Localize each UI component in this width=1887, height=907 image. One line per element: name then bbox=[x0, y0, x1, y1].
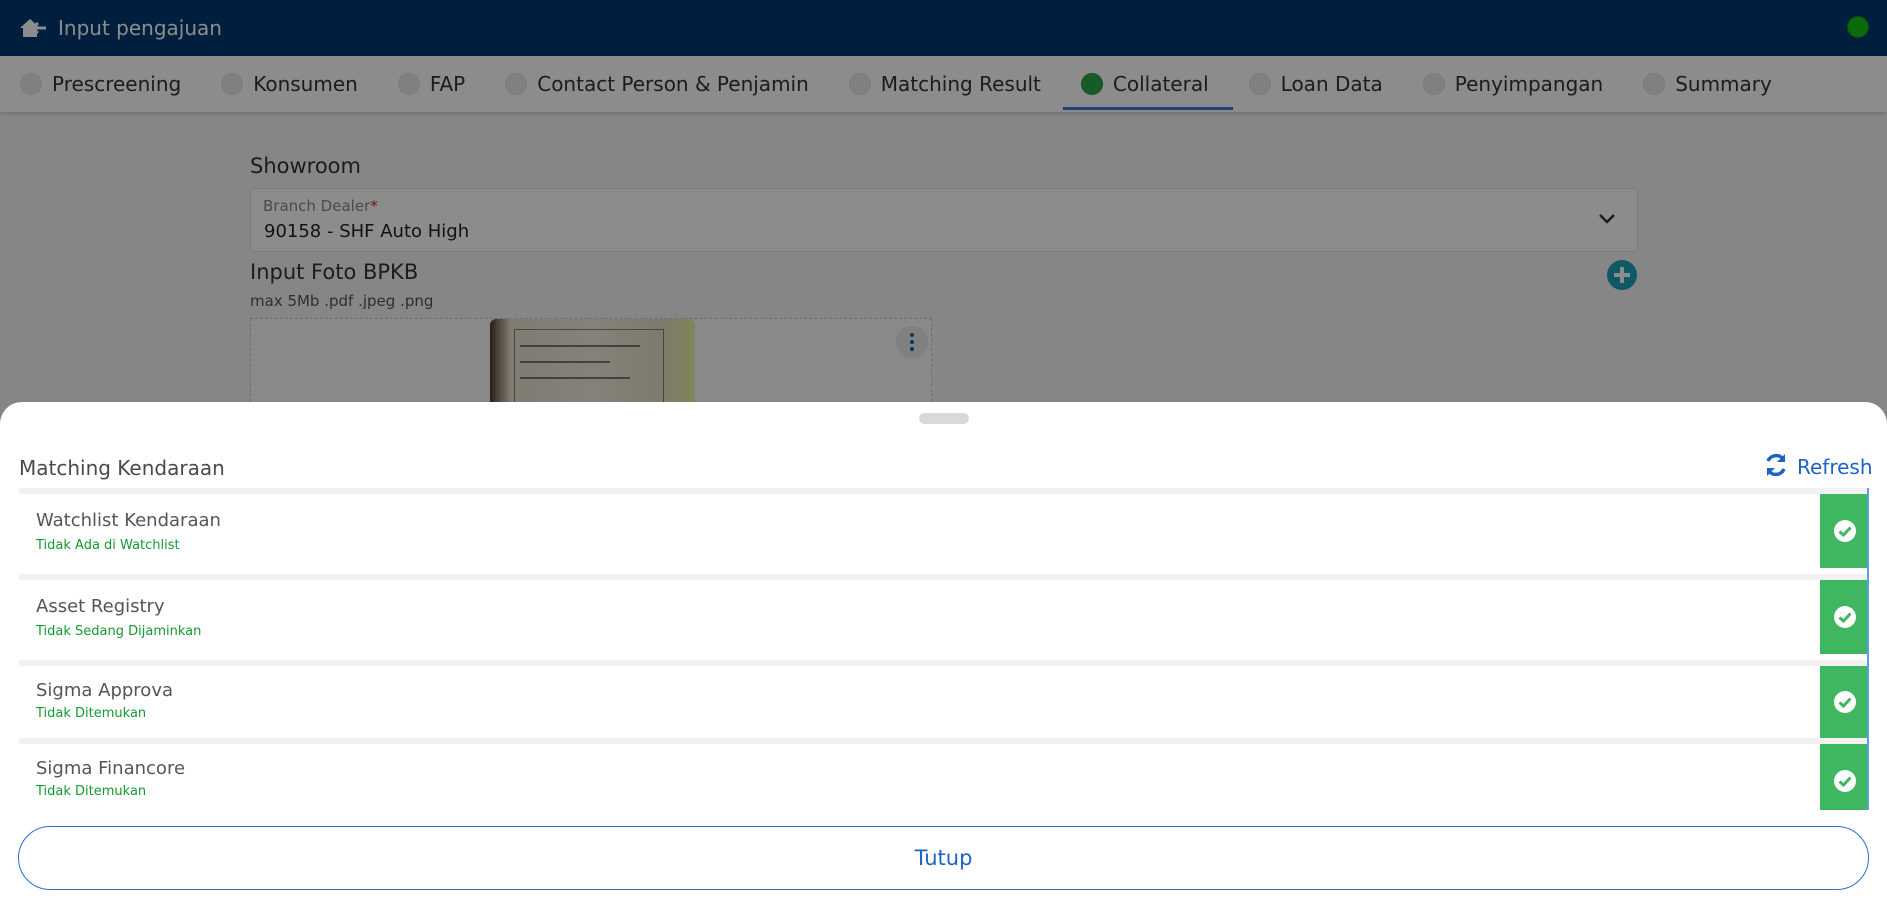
refresh-label: Refresh bbox=[1797, 455, 1873, 479]
item-name: Sigma Financore bbox=[36, 758, 186, 779]
list-item: Sigma Financore Tidak Ditemukan bbox=[19, 738, 1867, 810]
list-item: Sigma Approva Tidak Ditemukan bbox=[19, 660, 1867, 738]
sheet-title: Matching Kendaraan bbox=[19, 456, 225, 480]
refresh-button[interactable]: Refresh bbox=[1763, 452, 1873, 482]
matching-bottom-sheet: Matching Kendaraan Refresh Watchlist Ken… bbox=[0, 402, 1887, 907]
item-name: Sigma Approva bbox=[36, 680, 174, 701]
sheet-drag-handle[interactable] bbox=[919, 413, 969, 424]
check-circle-icon bbox=[1820, 666, 1867, 738]
matching-list[interactable]: Watchlist Kendaraan Tidak Ada di Watchli… bbox=[19, 488, 1869, 810]
item-name: Watchlist Kendaraan bbox=[36, 510, 221, 531]
check-circle-icon bbox=[1820, 744, 1867, 810]
item-status: Tidak Ditemukan bbox=[36, 784, 147, 799]
close-button[interactable]: Tutup bbox=[18, 826, 1869, 890]
list-item: Asset Registry Tidak Sedang Dijaminkan bbox=[19, 574, 1867, 654]
refresh-icon bbox=[1763, 452, 1789, 482]
check-circle-icon bbox=[1820, 494, 1867, 568]
item-status: Tidak Ada di Watchlist bbox=[36, 538, 180, 553]
check-circle-icon bbox=[1820, 580, 1867, 654]
item-status: Tidak Ditemukan bbox=[36, 706, 147, 721]
item-name: Asset Registry bbox=[36, 596, 165, 617]
item-status: Tidak Sedang Dijaminkan bbox=[36, 624, 202, 639]
list-item: Watchlist Kendaraan Tidak Ada di Watchli… bbox=[19, 488, 1867, 568]
